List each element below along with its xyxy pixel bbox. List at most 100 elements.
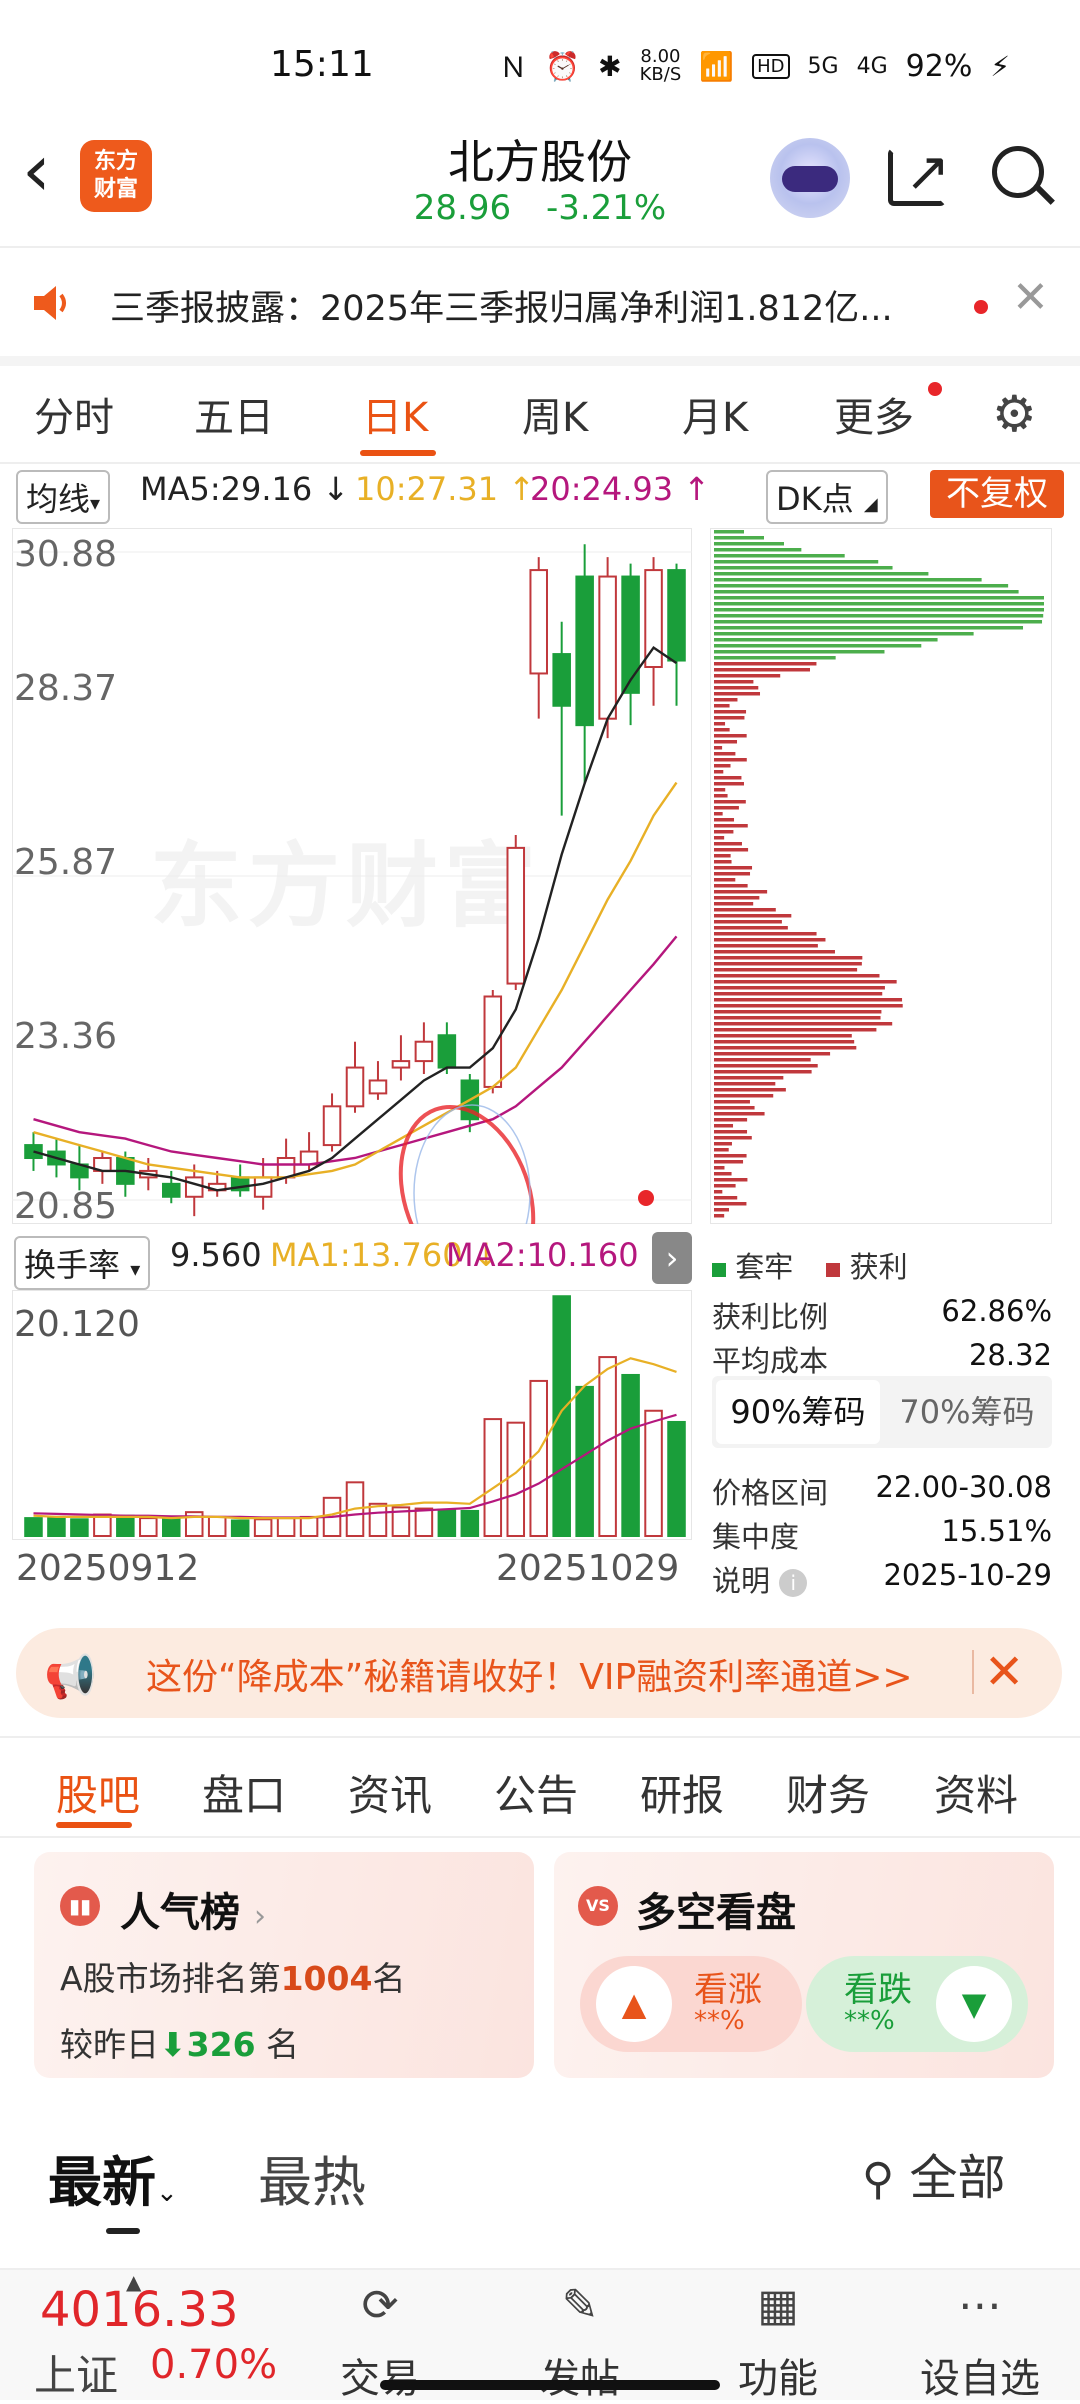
nav-functions[interactable]: 功能 [718,2346,838,2404]
down-triangle-icon: ▼ [936,1966,1012,2042]
promo-close-button[interactable]: ✕ [984,1644,1024,1700]
chip-bar [714,728,730,732]
tab-intraday[interactable]: 分时 [34,385,114,443]
stat-value: 22.00-30.08 [875,1470,1052,1504]
gear-icon[interactable]: ⚙ [992,385,1037,443]
adjust-button[interactable]: 不复权 [930,470,1064,518]
vote-up-label: 看涨 [694,1970,762,2010]
chip-70-button[interactable]: 70%筹码 [886,1380,1048,1444]
tab-monthly-k[interactable]: 月K [682,385,748,443]
notice-close-button[interactable]: ✕ [1012,272,1049,323]
chip-bar [714,650,885,654]
sort-hot[interactable]: 最热 [258,2138,366,2217]
trade-icon: ⟳ [361,2280,399,2331]
sort-latest[interactable]: 最新⌄ [48,2138,178,2217]
promo-text[interactable]: 这份“降成本”秘籍请收好！VIP融资利率通道>> [146,1648,913,1700]
tab-profile[interactable]: 资料 [934,1762,1018,1823]
candle-body [24,1144,43,1160]
tab-weekly-k[interactable]: 周K [522,385,588,443]
dk-point-button[interactable]: DK点 ◢ [766,470,888,524]
chip-bar [714,776,742,780]
dk-label: DK点 [776,480,854,518]
chip-bar [714,950,835,954]
chip-bar [714,896,760,900]
nav-post[interactable]: 发帖 [520,2346,640,2404]
chip-bar [714,986,885,990]
tab-news[interactable]: 资讯 [348,1762,432,1823]
tab-announcement[interactable]: 公告 [494,1762,578,1823]
chip-bar [714,866,753,870]
chip-bar [714,830,734,834]
chip-bar [714,764,731,768]
stat-key: 获利比例 [712,1300,829,1334]
nav-trade[interactable]: 交易 [320,2346,440,2404]
latest-dot [638,1190,654,1206]
chip-bar [714,746,723,750]
chip-bar [714,1124,734,1128]
tab-five-day[interactable]: 五日 [194,385,274,443]
stat-note[interactable]: 说明 i 2025-10-29 [712,1558,1052,1600]
chip-bar [714,878,736,882]
stock-change: -3.21% [545,188,667,228]
megaphone-icon: 📢 [44,1652,97,1701]
divider [0,356,1080,366]
index-value[interactable]: 4016.33 [40,2282,239,2338]
chip-bar [714,620,1043,624]
turnover-select[interactable]: 换手率 ▾ [14,1236,151,1290]
candle-body [437,1034,457,1069]
tab-more[interactable]: 更多 [834,385,914,443]
notice-unread-dot [974,300,988,314]
chip-bar [714,1088,786,1092]
popularity-title[interactable]: 人气榜 › [120,1880,266,1938]
chip-bar [714,1004,903,1008]
chip-bar [714,860,732,864]
expand-arrow-button[interactable]: › [652,1232,692,1284]
chip-bar [714,716,745,720]
candle-body [184,1176,204,1198]
status-icons: Ｎ ⏰ ✱ 8.00 KB/S 📶 HD 5G 4G 92% ⚡ [499,46,1010,86]
chip-bar [714,794,728,798]
info-icon[interactable]: i [779,1569,808,1597]
notice-text[interactable]: 三季报披露：2025年三季报归属净利润1.812亿... [110,280,893,331]
filter-all[interactable]: ⚲ 全部 [862,2138,1006,2208]
chip-bar [714,554,845,558]
tab-pankou[interactable]: 盘口 [202,1762,286,1823]
ma-mode-select[interactable]: 均线▾ [16,470,111,524]
turnover-bar [621,1373,640,1537]
chip-bar [714,920,782,924]
chip-bar [714,956,863,960]
tab-daily-k[interactable]: 日K [362,385,428,443]
chip-bar [714,1070,812,1074]
rank-number: 1004 [280,1959,373,1998]
tab-guba[interactable]: 股吧 [56,1762,140,1823]
status-time: 15:11 [270,44,374,85]
date-start: 20250912 [16,1548,200,1589]
chip-bar [714,848,749,852]
signal-4g: 4G [856,53,888,79]
ma5-text: MA5:29.16 [140,470,313,508]
stock-price: 28.96 [413,188,512,228]
chip-bar [714,1214,725,1218]
candle-body [162,1182,181,1198]
turnover-bar [162,1518,181,1538]
y-label-3: 25.87 [14,842,118,883]
turnover-bar [207,1515,227,1538]
turnover-bar [483,1418,503,1537]
chip-bar [714,722,726,726]
candle-body [391,1060,411,1069]
chip-bar [714,638,938,642]
chip-90-button[interactable]: 90%筹码 [716,1380,880,1444]
tab-research[interactable]: 研报 [640,1762,724,1823]
stat-value: 15.51% [941,1514,1052,1548]
chip-bar [714,992,883,996]
tab-finance[interactable]: 财务 [786,1762,870,1823]
net-speed: 8.00 KB/S [639,46,682,85]
nav-add-watchlist[interactable]: 设自选 [900,2346,1060,2404]
turnover-bar [506,1421,526,1537]
stat-key: 说明 [712,1564,771,1598]
bluetooth-icon: ✱ [598,49,622,83]
chip-bar [714,1166,725,1170]
candle-body [598,575,617,720]
more-icon: ⋯ [958,2280,1002,2331]
chip-bar [714,758,747,762]
